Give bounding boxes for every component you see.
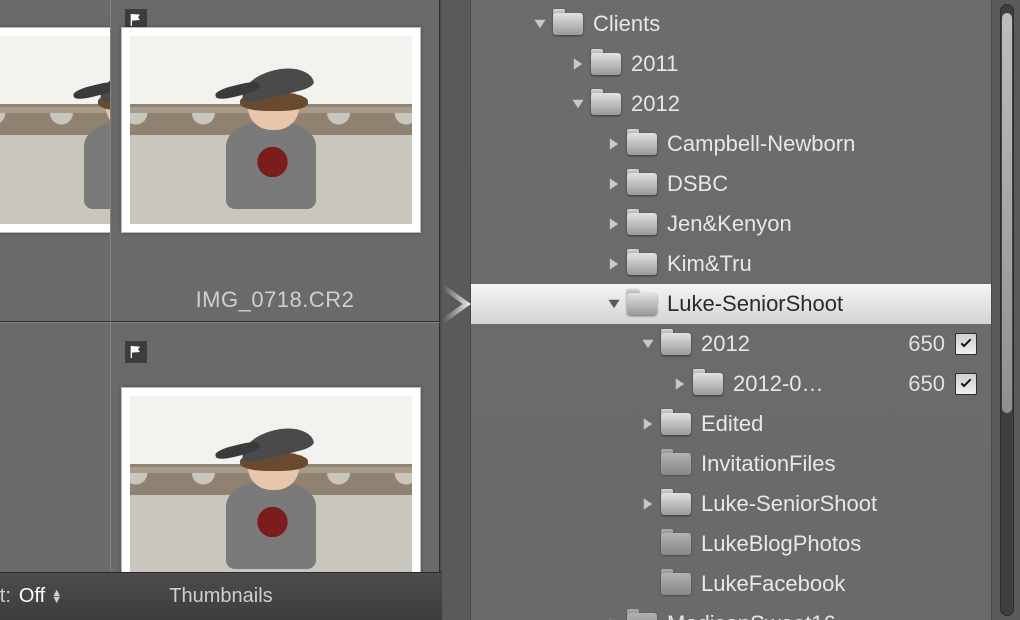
- folder-name: Luke-SeniorShoot: [701, 491, 877, 517]
- folder-icon: [627, 613, 657, 620]
- folder-icon: [591, 53, 621, 75]
- filmstrip-toolbar: ort: Off ▲▼ Thumbnails: [0, 572, 442, 620]
- disclosure-triangle-icon[interactable]: [605, 137, 623, 151]
- folder-name: Kim&Tru: [667, 251, 752, 277]
- folder-name: 2012: [701, 331, 750, 357]
- folder-name: DSBC: [667, 171, 728, 197]
- grid-cell[interactable]: IMG_0718.CR2: [110, 0, 440, 322]
- disclosure-triangle-icon[interactable]: [639, 497, 657, 511]
- folder-icon: [627, 293, 657, 315]
- folder-checkbox[interactable]: [955, 373, 977, 395]
- folder-count: 650: [908, 371, 945, 397]
- folder-icon: [553, 13, 583, 35]
- folder-icon: [661, 413, 691, 435]
- folder-name: Jen&Kenyon: [667, 211, 792, 237]
- folder-row[interactable]: Luke-SeniorShoot: [471, 484, 991, 524]
- folder-icon: [661, 533, 691, 555]
- folder-row[interactable]: Clients: [471, 4, 991, 44]
- folder-icon: [693, 373, 723, 395]
- folder-row[interactable]: Edited: [471, 404, 991, 444]
- folder-icon: [627, 253, 657, 275]
- folder-name: Luke-SeniorShoot: [667, 291, 843, 317]
- folders-panel: Clients 2011 2012 Campbell-Newborn DSBC Jen&K…: [470, 0, 992, 620]
- folder-row[interactable]: LukeFacebook: [471, 564, 991, 604]
- thumbnail[interactable]: [121, 387, 421, 593]
- folder-row[interactable]: Kim&Tru: [471, 244, 991, 284]
- pick-flag-icon[interactable]: [125, 341, 147, 363]
- disclosure-triangle-icon[interactable]: [531, 17, 549, 31]
- folder-row[interactable]: 2011: [471, 44, 991, 84]
- folder-name: MadisonSweet16: [667, 611, 836, 620]
- disclosure-triangle-icon[interactable]: [605, 257, 623, 271]
- folder-row[interactable]: LukeBlogPhotos: [471, 524, 991, 564]
- folder-row[interactable]: Campbell-Newborn: [471, 124, 991, 164]
- folder-name: 2012-0…: [733, 371, 824, 397]
- thumbnail[interactable]: [121, 27, 421, 233]
- folder-row[interactable]: Jen&Kenyon: [471, 204, 991, 244]
- folder-row[interactable]: 2012-0… 650: [471, 364, 991, 404]
- thumbnail-filename: IMG_0718.CR2: [111, 287, 439, 313]
- folder-name: InvitationFiles: [701, 451, 836, 477]
- folder-icon: [661, 333, 691, 355]
- grid-cell[interactable]: [0, 0, 112, 322]
- folder-icon: [661, 493, 691, 515]
- folder-tree[interactable]: Clients 2011 2012 Campbell-Newborn DSBC Jen&K…: [471, 0, 991, 620]
- folder-icon: [627, 133, 657, 155]
- disclosure-triangle-icon[interactable]: [605, 177, 623, 191]
- folder-icon: [661, 453, 691, 475]
- toolbar-center-label: Thumbnails: [0, 585, 442, 608]
- folder-count: 650: [908, 331, 945, 357]
- folders-panel-wrap: Clients 2011 2012 Campbell-Newborn DSBC Jen&K…: [442, 0, 1020, 620]
- disclosure-triangle-icon[interactable]: [569, 57, 587, 71]
- folder-row[interactable]: MadisonSweet16: [471, 604, 991, 620]
- disclosure-triangle-icon[interactable]: [605, 297, 623, 311]
- disclosure-triangle-icon[interactable]: [605, 217, 623, 231]
- folder-checkbox[interactable]: [955, 333, 977, 355]
- photo-preview: [130, 36, 412, 224]
- disclosure-triangle-icon[interactable]: [639, 337, 657, 351]
- folder-name: Edited: [701, 411, 763, 437]
- selection-pointer-icon: [443, 284, 471, 324]
- folder-name: Clients: [593, 11, 660, 37]
- thumbnail-grid: IMG_0718.CR2 ort: Off ▲▼ Thumbnails: [0, 0, 442, 620]
- scrollbar-thumb[interactable]: [1002, 13, 1012, 413]
- folder-name: LukeFacebook: [701, 571, 845, 597]
- folder-row[interactable]: 2012 650: [471, 324, 991, 364]
- folder-name: LukeBlogPhotos: [701, 531, 861, 557]
- disclosure-triangle-icon[interactable]: [671, 377, 689, 391]
- scrollbar[interactable]: [1000, 4, 1014, 616]
- folder-row[interactable]: DSBC: [471, 164, 991, 204]
- folder-row[interactable]: Luke-SeniorShoot: [471, 284, 991, 324]
- disclosure-triangle-icon[interactable]: [569, 97, 587, 111]
- folder-icon: [627, 173, 657, 195]
- folder-row[interactable]: 2012: [471, 84, 991, 124]
- disclosure-triangle-icon[interactable]: [639, 417, 657, 431]
- folder-icon: [661, 573, 691, 595]
- folder-name: 2011: [631, 51, 678, 77]
- folder-name: Campbell-Newborn: [667, 131, 855, 157]
- folder-name: 2012: [631, 91, 680, 117]
- photo-preview: [130, 396, 412, 584]
- folder-icon: [627, 213, 657, 235]
- folder-icon: [591, 93, 621, 115]
- folder-row[interactable]: InvitationFiles: [471, 444, 991, 484]
